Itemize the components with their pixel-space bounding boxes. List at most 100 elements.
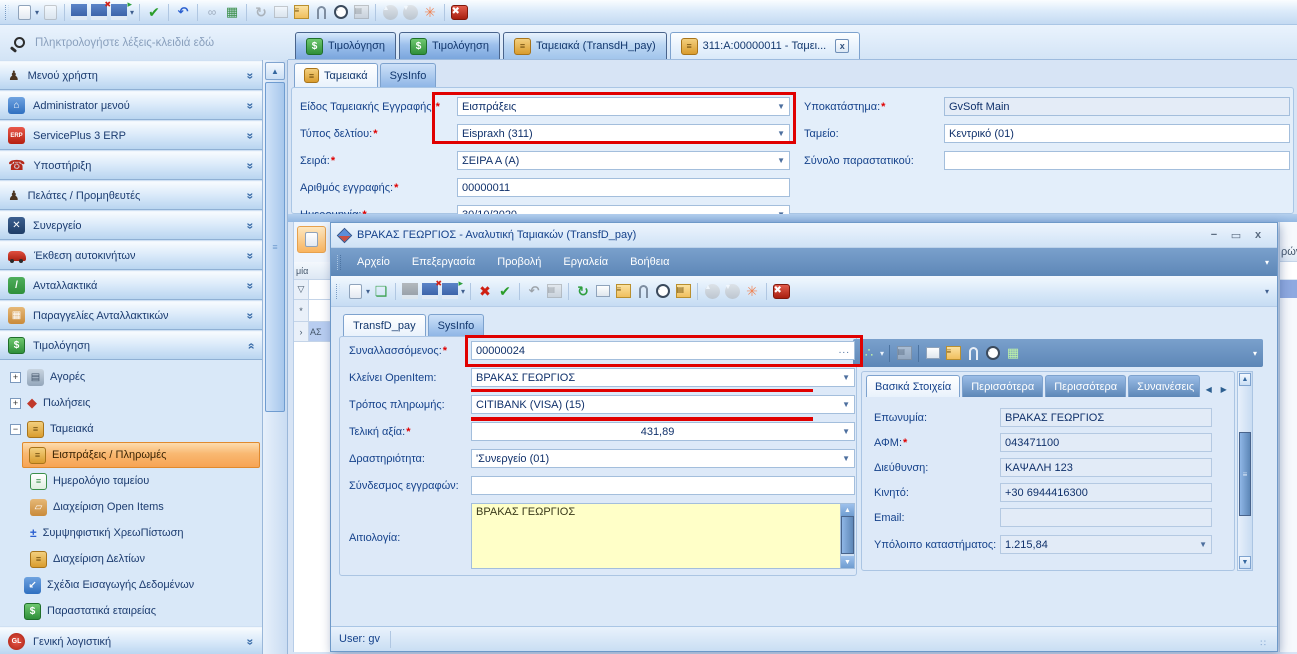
new-document-icon[interactable] bbox=[18, 5, 31, 20]
splitter[interactable] bbox=[288, 214, 1297, 222]
duplicate-icon[interactable]: ❏ bbox=[372, 282, 390, 300]
document-total-input[interactable] bbox=[944, 151, 1290, 170]
reminder-icon[interactable]: · bbox=[984, 344, 1002, 362]
email-field[interactable] bbox=[1000, 508, 1212, 527]
sidebar-item-open-items[interactable]: ▱ Διαχείριση Open Items bbox=[0, 494, 262, 520]
tab-sysinfo[interactable]: SysInfo bbox=[428, 314, 485, 336]
expand-icon[interactable]: + bbox=[10, 398, 21, 409]
chevron-down-icon[interactable]: ▼ bbox=[1196, 540, 1207, 549]
sidebar-item-debit-credit[interactable]: ± Συμψηφιστική ΧρεωΠίστωση bbox=[0, 520, 262, 546]
new-record-button[interactable] bbox=[297, 226, 326, 253]
address-field[interactable]: ΚΑΨΑΛΗ 123 bbox=[1000, 458, 1212, 477]
save-close-icon[interactable]: ✖ bbox=[91, 4, 107, 20]
window-tab-cash[interactable]: ≡ Ταμειακά (TransdH_pay) bbox=[503, 32, 667, 59]
scrollbar-thumb[interactable] bbox=[841, 516, 854, 554]
search-input[interactable]: Πληκτρολογήστε λέξεις-κλειδιά εδώ bbox=[0, 25, 288, 60]
tab-consents[interactable]: Συναινέσεις bbox=[1128, 375, 1200, 397]
menu-tools[interactable]: Εργαλεία bbox=[552, 251, 619, 273]
paste-icon[interactable]: ▤ bbox=[674, 282, 692, 300]
undo-icon[interactable]: ↶ bbox=[174, 3, 192, 21]
sidebar-group-admin-menu[interactable]: ⌂ Administrator μενού» bbox=[0, 91, 262, 120]
grid-add-icon[interactable]: ▦ bbox=[223, 3, 241, 21]
scroll-down-icon[interactable]: ▼ bbox=[1239, 556, 1251, 569]
window-tab-cash-document[interactable]: ≡ 311:A:00000011 - Ταμει... x bbox=[670, 32, 861, 59]
grid-row[interactable] bbox=[1280, 262, 1297, 280]
confirm-icon[interactable]: ✔ bbox=[145, 3, 163, 21]
window-icon[interactable] bbox=[594, 282, 612, 300]
sidebar-group-support[interactable]: ☎ Υποστήριξη» bbox=[0, 151, 262, 180]
panel-toolbar-overflow-icon[interactable]: ▾ bbox=[1253, 349, 1257, 358]
sidebar-item-vouchers[interactable]: ≡ Διαχείριση Δελτίων bbox=[0, 546, 262, 572]
branch-input[interactable]: GvSoft Main bbox=[944, 97, 1290, 116]
copy-icon[interactable]: ▤ bbox=[545, 282, 563, 300]
new-dropdown-icon[interactable]: ▾ bbox=[35, 8, 39, 17]
grid-filter-row[interactable]: ▽ bbox=[294, 280, 331, 300]
vat-number-field[interactable]: 043471100 bbox=[1000, 433, 1212, 452]
customer-panel-scrollbar[interactable]: ▲ ≡ ▼ bbox=[1237, 371, 1253, 571]
tab-scroll-left-icon[interactable]: ◀ bbox=[1202, 381, 1215, 397]
reminder-icon[interactable]: · bbox=[332, 3, 350, 21]
menu-edit[interactable]: Επεξεργασία bbox=[401, 251, 486, 273]
notes-icon[interactable]: ≡ bbox=[944, 344, 962, 362]
copy-icon[interactable]: ▤ bbox=[895, 344, 913, 362]
attachment-icon[interactable] bbox=[312, 3, 330, 21]
mobile-field[interactable]: +30 6944416300 bbox=[1000, 483, 1212, 502]
save-icon[interactable] bbox=[71, 4, 87, 20]
refresh-icon[interactable]: ↻ bbox=[574, 282, 592, 300]
sidebar-item-company-documents[interactable]: $ Παραστατικά εταιρείας bbox=[0, 598, 262, 624]
delete-icon[interactable]: ✖ bbox=[476, 282, 494, 300]
grid-column-header[interactable]: μία bbox=[294, 262, 331, 280]
sidebar-scrollbar[interactable]: ▲ ≡ bbox=[263, 60, 288, 654]
tab-basic-info[interactable]: Βασικά Στοιχεία bbox=[866, 375, 960, 397]
chevron-down-icon[interactable]: ▼ bbox=[839, 373, 850, 382]
toolbar-overflow-icon[interactable]: ▾ bbox=[1265, 287, 1277, 296]
window-tab-invoicing-1[interactable]: $ Τιμολόγηση bbox=[295, 32, 396, 59]
menubar-overflow-icon[interactable]: ▾ bbox=[1265, 258, 1277, 267]
resize-grip[interactable]: ∷ bbox=[1260, 638, 1269, 651]
save-close-icon[interactable]: ✖ bbox=[422, 283, 438, 299]
sidebar-group-customers-suppliers[interactable]: ♟ Πελάτες / Προμηθευτές» bbox=[0, 181, 262, 210]
attachment-icon[interactable] bbox=[634, 282, 652, 300]
menu-help[interactable]: Βοήθεια bbox=[619, 251, 680, 273]
scroll-up-icon[interactable]: ▲ bbox=[1239, 373, 1251, 386]
new-dropdown-icon[interactable]: ▾ bbox=[366, 287, 370, 296]
record-number-input[interactable]: 00000011 bbox=[457, 178, 790, 197]
confirm-icon[interactable]: ✔ bbox=[496, 282, 514, 300]
collapse-icon[interactable]: − bbox=[10, 424, 21, 435]
sidebar-group-serviceplus-erp[interactable]: ERP ServicePlus 3 ERP» bbox=[0, 121, 262, 150]
attachment-icon[interactable] bbox=[964, 344, 982, 362]
scroll-down-icon[interactable]: ▼ bbox=[841, 556, 854, 568]
nav-down-icon[interactable]: ▼ bbox=[401, 3, 419, 21]
sidebar-group-workshop[interactable]: ✕ Συνεργείο» bbox=[0, 211, 262, 240]
nav-up-icon[interactable]: ▲ bbox=[381, 3, 399, 21]
save-as-icon[interactable]: ▸ bbox=[442, 283, 458, 299]
grid-selected-row[interactable]: › ΑΣ bbox=[294, 322, 331, 342]
sidebar-group-user-menu[interactable]: ♟ Μενού χρήστη» bbox=[0, 61, 262, 90]
nav-down-icon[interactable]: ▼ bbox=[723, 282, 741, 300]
notes-icon[interactable]: ≡ bbox=[614, 282, 632, 300]
grid-column-header[interactable]: ρών bbox=[1280, 246, 1297, 262]
grid-add-icon[interactable]: ▦ bbox=[1004, 344, 1022, 362]
sidebar-group-parts-orders[interactable]: ▦ Παραγγελίες Ανταλλακτικών» bbox=[0, 301, 262, 330]
relations-dropdown-icon[interactable]: ▾ bbox=[880, 349, 884, 358]
sidebar-item-data-import[interactable]: ↙ Σχέδια Εισαγωγής Δεδομένων bbox=[0, 572, 262, 598]
notes-icon[interactable]: ≡ bbox=[292, 3, 310, 21]
counterparty-lookup[interactable]: 00000024... bbox=[471, 341, 855, 360]
tab-cash-form[interactable]: ≡ Ταμειακά bbox=[294, 63, 378, 87]
exit-icon[interactable]: ✖ bbox=[450, 3, 468, 21]
copy-icon[interactable] bbox=[41, 3, 59, 21]
window-tab-invoicing-2[interactable]: $ Τιμολόγηση bbox=[399, 32, 500, 59]
menu-file[interactable]: Αρχείο bbox=[346, 251, 401, 273]
scrollbar-thumb[interactable]: ≡ bbox=[1239, 432, 1251, 516]
menu-view[interactable]: Προβολή bbox=[486, 251, 552, 273]
activity-select[interactable]: 'Συνεργείο (01)▼ bbox=[471, 449, 855, 468]
sidebar-item-cash[interactable]: − ≡ Ταμειακά bbox=[0, 416, 262, 442]
doc-type-select[interactable]: Eispraxh (311)▼ bbox=[457, 124, 790, 143]
maximize-icon[interactable]: ▭ bbox=[1225, 227, 1247, 243]
new-document-icon[interactable] bbox=[349, 284, 362, 299]
expand-icon[interactable]: + bbox=[10, 372, 21, 383]
grid-new-row[interactable]: * bbox=[294, 300, 331, 322]
series-select[interactable]: ΣΕΙΡΑ Α (Α)▼ bbox=[457, 151, 790, 170]
tab-more-1[interactable]: Περισσότερα bbox=[962, 375, 1043, 397]
sync-icon[interactable]: ✳ bbox=[743, 282, 761, 300]
